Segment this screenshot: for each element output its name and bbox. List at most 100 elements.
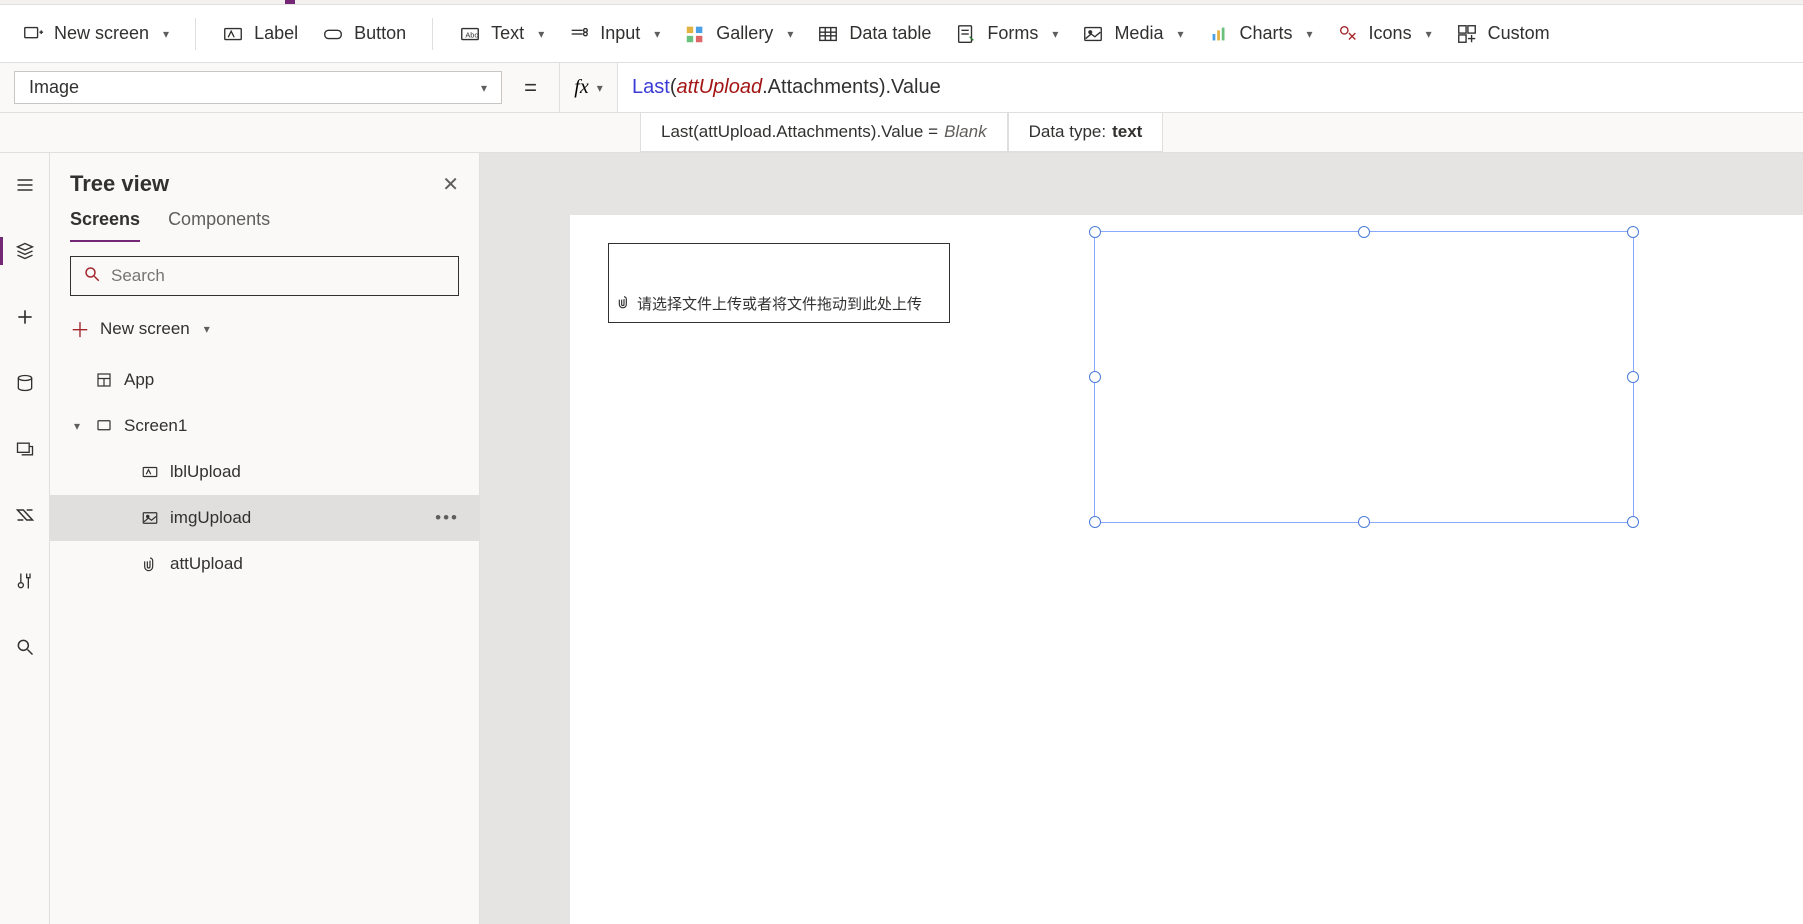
new-screen-button[interactable]: New screen ▾ xyxy=(10,17,181,51)
chevron-down-icon: ▾ xyxy=(787,27,793,41)
insert-custom-label: Custom xyxy=(1488,23,1550,44)
tree-search-input[interactable] xyxy=(111,266,446,286)
image-icon xyxy=(140,509,160,527)
tree-item-app[interactable]: App xyxy=(50,357,479,403)
tree-view-panel: Tree view ✕ Screens Components ＋ New scr… xyxy=(50,153,480,924)
insert-text-label: Text xyxy=(491,23,524,44)
rail-media-button[interactable] xyxy=(0,431,49,467)
formula-token-fn: Last xyxy=(632,76,670,99)
close-icon[interactable]: ✕ xyxy=(442,172,459,197)
resize-handle-n[interactable] xyxy=(1358,226,1370,238)
chevron-down-icon: ▾ xyxy=(538,27,544,41)
tree-new-screen-button[interactable]: ＋ New screen ▾ xyxy=(50,306,479,351)
result-expr: Last(attUpload.Attachments).Value xyxy=(661,122,923,142)
insert-media-button[interactable]: Media ▾ xyxy=(1070,17,1195,51)
tree-tabs: Screens Components xyxy=(50,205,479,242)
rail-data-button[interactable] xyxy=(0,365,49,401)
result-datatype-label: Data type: xyxy=(1029,122,1107,142)
attachment-hint-text: 请选择文件上传或者将文件拖动到此处上传 xyxy=(637,293,922,314)
insert-input-button[interactable]: Input ▾ xyxy=(556,17,672,51)
formula-token-open: ( xyxy=(670,76,677,99)
attachment-icon xyxy=(140,555,160,573)
tree-list: App ▾ Screen1 lblUpload imgUpload xyxy=(50,351,479,924)
resize-handle-nw[interactable] xyxy=(1089,226,1101,238)
app-icon xyxy=(94,371,114,389)
forms-icon xyxy=(955,23,977,45)
rail-advanced-button[interactable] xyxy=(0,497,49,533)
tab-screens[interactable]: Screens xyxy=(70,209,140,242)
insert-gallery-label: Gallery xyxy=(716,23,773,44)
tree-view-title: Tree view xyxy=(70,171,169,197)
insert-custom-button[interactable]: Custom xyxy=(1444,17,1562,51)
tree-item-screen1[interactable]: ▾ Screen1 xyxy=(50,403,479,449)
formula-result-value: Last(attUpload.Attachments).Value = Blan… xyxy=(640,113,1008,152)
formula-result-strip: Last(attUpload.Attachments).Value = Blan… xyxy=(0,113,1803,153)
gallery-icon xyxy=(684,23,706,45)
resize-handle-e[interactable] xyxy=(1627,371,1639,383)
insert-forms-label: Forms xyxy=(987,23,1038,44)
icons-icon xyxy=(1337,23,1359,45)
formula-result-datatype: Data type: text xyxy=(1008,113,1164,152)
datatable-icon xyxy=(817,23,839,45)
tree-item-imgupload[interactable]: imgUpload ••• xyxy=(50,495,479,541)
rail-tools-button[interactable] xyxy=(0,563,49,599)
custom-icon xyxy=(1456,23,1478,45)
canvas[interactable]: 请选择文件上传或者将文件拖动到此处上传 xyxy=(570,215,1803,924)
ribbon-separator xyxy=(432,18,433,50)
tab-components[interactable]: Components xyxy=(168,209,270,242)
chevron-down-icon: ▾ xyxy=(70,419,84,433)
tree-item-lblupload[interactable]: lblUpload xyxy=(50,449,479,495)
search-icon xyxy=(83,265,101,288)
screen-icon xyxy=(94,417,114,435)
insert-forms-button[interactable]: Forms ▾ xyxy=(943,17,1070,51)
formula-input[interactable]: Last(attUpload.Attachments).Value xyxy=(618,63,1803,112)
insert-datatable-button[interactable]: Data table xyxy=(805,17,943,51)
rail-insert-button[interactable] xyxy=(0,299,49,335)
more-icon[interactable]: ••• xyxy=(435,508,459,528)
insert-media-label: Media xyxy=(1114,23,1163,44)
resize-handle-se[interactable] xyxy=(1627,516,1639,528)
ribbon-separator xyxy=(195,18,196,50)
result-datatype-value: text xyxy=(1112,122,1142,142)
resize-handle-w[interactable] xyxy=(1089,371,1101,383)
equals-label: = xyxy=(502,63,560,112)
media-icon xyxy=(1082,23,1104,45)
plus-icon: ＋ xyxy=(70,314,90,343)
insert-text-button[interactable]: Abc Text ▾ xyxy=(447,17,556,51)
insert-datatable-label: Data table xyxy=(849,23,931,44)
label-icon xyxy=(140,463,160,481)
resize-handle-ne[interactable] xyxy=(1627,226,1639,238)
text-icon: Abc xyxy=(459,23,481,45)
chevron-down-icon: ▾ xyxy=(1426,27,1432,41)
tree-item-attupload[interactable]: attUpload xyxy=(50,541,479,587)
tree-item-label: attUpload xyxy=(170,554,243,574)
input-icon xyxy=(568,23,590,45)
resize-handle-s[interactable] xyxy=(1358,516,1370,528)
tree-item-label: App xyxy=(124,370,154,390)
rail-search-button[interactable] xyxy=(0,629,49,665)
insert-button-button[interactable]: Button xyxy=(310,17,418,51)
insert-button-text: Button xyxy=(354,23,406,44)
fx-button[interactable]: fx ▾ xyxy=(560,63,618,112)
insert-gallery-button[interactable]: Gallery ▾ xyxy=(672,17,805,51)
attupload-control[interactable]: 请选择文件上传或者将文件拖动到此处上传 xyxy=(608,243,950,323)
insert-label-button[interactable]: Label xyxy=(210,17,310,51)
result-value: Blank xyxy=(944,122,987,142)
ribbon-accent-strip xyxy=(0,0,1803,5)
insert-charts-label: Charts xyxy=(1240,23,1293,44)
resize-handle-sw[interactable] xyxy=(1089,516,1101,528)
formula-bar: Image ▾ = fx ▾ Last(attUpload.Attachment… xyxy=(0,63,1803,113)
insert-icons-button[interactable]: Icons ▾ xyxy=(1325,17,1444,51)
property-selector[interactable]: Image ▾ xyxy=(14,71,502,104)
tree-search-box[interactable] xyxy=(70,256,459,296)
imgupload-control-selected[interactable] xyxy=(1094,231,1634,523)
chevron-down-icon: ▾ xyxy=(163,27,169,41)
svg-text:Abc: Abc xyxy=(466,30,479,39)
insert-charts-button[interactable]: Charts ▾ xyxy=(1196,17,1325,51)
new-screen-label: New screen xyxy=(54,23,149,44)
rail-treeview-button[interactable] xyxy=(0,233,49,269)
ribbon: New screen ▾ Label Button Abc Text ▾ Inp… xyxy=(0,5,1803,63)
fx-icon: fx xyxy=(574,76,588,99)
rail-hamburger-button[interactable] xyxy=(0,167,49,203)
chevron-down-icon: ▾ xyxy=(1052,27,1058,41)
